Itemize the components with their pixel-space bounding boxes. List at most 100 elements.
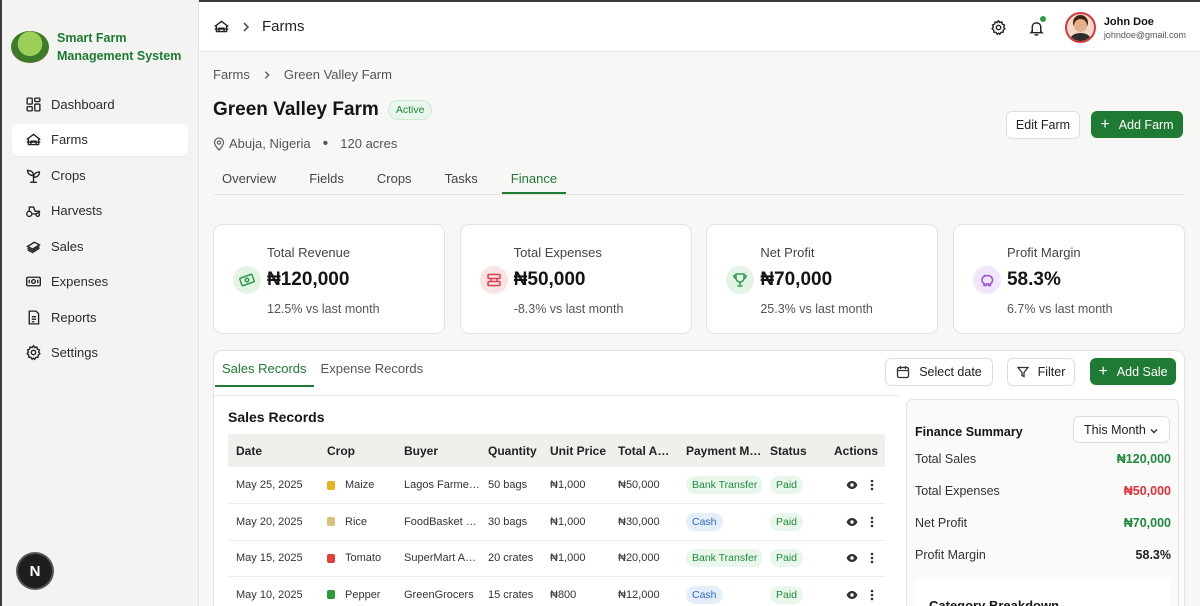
- tab-expense-records[interactable]: Expense Records: [314, 351, 431, 387]
- user-name: John Doe: [1103, 15, 1154, 28]
- location-pin-icon: [213, 136, 225, 151]
- stat-change: 6.7% vs last month: [1006, 302, 1113, 316]
- more-vertical-icon[interactable]: [870, 552, 874, 564]
- payment-method-badge: Bank Transfer: [686, 476, 762, 494]
- crop-icon: [327, 517, 335, 527]
- sidebar-item-reports[interactable]: Reports: [12, 301, 188, 333]
- column-header-status[interactable]: Status: [762, 434, 826, 467]
- view-eye-icon[interactable]: [846, 517, 858, 527]
- period-select[interactable]: This Month: [1073, 416, 1170, 443]
- calendar-icon: [897, 366, 910, 379]
- next-badge-button[interactable]: N: [18, 554, 52, 588]
- tab-finance[interactable]: Finance: [501, 162, 567, 194]
- sidebar-item-crops[interactable]: Crops: [12, 159, 188, 191]
- finance-row-label: Total Expenses: [915, 484, 1000, 498]
- status-badge: Paid: [770, 476, 804, 494]
- cell-date: May 25, 2025: [228, 467, 319, 504]
- breadcrumb-current: Green Valley Farm: [283, 67, 392, 82]
- table-row[interactable]: May 20, 2025 Rice FoodBasket Ltd 30 bags ₦1,…: [228, 503, 885, 541]
- filter-button[interactable]: Filter: [1007, 358, 1075, 386]
- cell-unit-price: ₦1,000: [542, 540, 610, 577]
- cell-total-amount: ₦20,000: [610, 540, 678, 577]
- view-eye-icon[interactable]: [846, 553, 858, 563]
- cell-crop: Tomato: [319, 540, 396, 577]
- brand[interactable]: Smart Farm Management System: [2, 0, 198, 72]
- column-header-total-amount[interactable]: Total Amount: [610, 434, 678, 467]
- top-breadcrumb-section[interactable]: Farms: [262, 18, 305, 35]
- user-info[interactable]: John Doe johndoe@gmail.com: [1104, 16, 1186, 40]
- add-sale-button[interactable]: + Add Sale: [1090, 358, 1176, 385]
- sidebar-item-settings[interactable]: Settings: [12, 337, 188, 369]
- tab-overview[interactable]: Overview: [213, 162, 285, 194]
- table-row[interactable]: May 25, 2025 Maize Lagos Farmers Market50 …: [228, 467, 885, 504]
- tab-fields[interactable]: Fields: [300, 162, 353, 194]
- more-vertical-icon[interactable]: [870, 516, 874, 528]
- stat-card-net-profit: Net Profit ₦70,000 25.3% vs last month: [706, 224, 939, 334]
- sidebar-item-label: Crops: [51, 167, 86, 183]
- farm-meta: Abuja, Nigeria • 120 acres: [213, 135, 397, 151]
- tab-sales-records[interactable]: Sales Records: [215, 351, 314, 387]
- sidebar-nav: Dashboard Farms Crops Harvests Sales Exp…: [2, 88, 198, 369]
- column-header-unit-price[interactable]: Unit Price: [542, 434, 610, 467]
- plus-icon: +: [1100, 115, 1110, 133]
- stat-label: Total Expenses: [513, 245, 602, 260]
- payment-method-badge: Bank Transfer: [686, 549, 762, 568]
- farm-icon: [214, 20, 229, 33]
- farm-icon: [26, 133, 41, 146]
- stat-label: Total Revenue: [267, 245, 351, 260]
- sidebar-item-label: Expenses: [51, 274, 109, 289]
- sidebar-item-harvests[interactable]: Harvests: [12, 195, 188, 227]
- notifications-button[interactable]: [1027, 15, 1047, 38]
- avatar[interactable]: [1064, 12, 1096, 43]
- column-header-payment-method[interactable]: Payment Method: [678, 434, 762, 467]
- stat-change: -8.3% vs last month: [513, 302, 624, 316]
- gear-icon: [26, 344, 41, 361]
- sidebar-item-expenses[interactable]: Expenses: [12, 266, 188, 298]
- table-row[interactable]: May 15, 2025 Tomato SuperMart Abuja 20 crat…: [228, 540, 885, 577]
- sales-table-section: Sales Records Date Crop Buyer Quantity U…: [214, 395, 899, 606]
- stat-label: Net Profit: [760, 245, 815, 260]
- finance-summary-row: Net Profit ₦70,000: [915, 516, 1171, 530]
- more-vertical-icon[interactable]: [870, 479, 874, 491]
- stat-change: 25.3% vs last month: [760, 302, 873, 316]
- cell-status: Paid: [762, 503, 826, 541]
- cell-quantity: 20 crates: [480, 540, 542, 577]
- column-header-actions: Actions: [826, 434, 885, 467]
- crop-name: Tomato: [345, 552, 382, 565]
- chevron-right-icon: [264, 70, 270, 79]
- page-title: Green Valley Farm: [213, 99, 379, 120]
- gear-icon: [991, 19, 1007, 36]
- table-header-row: Date Crop Buyer Quantity Unit Price Tota…: [228, 434, 885, 467]
- column-header-quantity[interactable]: Quantity: [480, 434, 542, 467]
- sidebar-item-label: Dashboard: [51, 96, 115, 112]
- tab-crops[interactable]: Crops: [368, 162, 421, 194]
- cell-buyer: Lagos Farmers Market: [396, 467, 480, 504]
- finance-summary-row: Total Sales ₦120,000: [915, 452, 1171, 466]
- column-header-buyer[interactable]: Buyer: [396, 434, 480, 467]
- view-eye-icon[interactable]: [846, 480, 858, 490]
- tab-tasks[interactable]: Tasks: [436, 162, 487, 194]
- column-header-crop[interactable]: Crop: [319, 434, 396, 467]
- select-date-button[interactable]: Select date: [885, 358, 993, 386]
- crop-name: Rice: [345, 515, 368, 528]
- cell-date: May 15, 2025: [228, 540, 319, 577]
- stat-value: ₦120,000: [267, 269, 350, 290]
- sidebar-item-farms[interactable]: Farms: [12, 123, 188, 156]
- add-farm-button[interactable]: + Add Farm: [1091, 111, 1183, 138]
- cell-unit-price: ₦800: [542, 576, 610, 606]
- more-vertical-icon[interactable]: [870, 589, 874, 601]
- category-breakdown-title: Category Breakdown: [929, 598, 1060, 606]
- settings-button[interactable]: [989, 18, 1009, 38]
- sidebar-item-sales[interactable]: Sales: [12, 230, 188, 262]
- add-farm-label: Add Farm: [1118, 117, 1174, 132]
- sidebar-item-dashboard[interactable]: Dashboard: [12, 88, 188, 120]
- breadcrumb-parent[interactable]: Farms: [213, 67, 250, 82]
- column-header-date[interactable]: Date: [228, 434, 319, 467]
- add-sale-label: Add Sale: [1116, 364, 1168, 379]
- status-badge: Paid: [770, 549, 804, 568]
- view-eye-icon[interactable]: [846, 590, 858, 600]
- table-row[interactable]: May 10, 2025 Pepper GreenGrocers 15 crates ₦…: [228, 576, 885, 606]
- brand-line-1: Smart Farm: [57, 31, 127, 45]
- edit-farm-button[interactable]: Edit Farm: [1006, 111, 1080, 139]
- money-stack-icon: [26, 240, 41, 253]
